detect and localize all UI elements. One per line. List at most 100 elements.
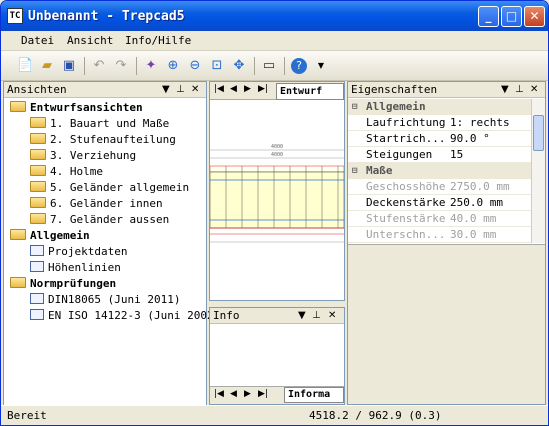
last-tab-icon[interactable]: ▶| — [258, 389, 268, 399]
tree-group[interactable]: Entwurfsansichten — [10, 100, 143, 116]
tree-item-label: 2. Stufenaufteilung — [50, 133, 176, 146]
tree-item[interactable]: 6. Geländer innen — [30, 196, 163, 212]
tree-item[interactable]: 5. Geländer allgemein — [30, 180, 189, 196]
dropdown-icon[interactable]: ▼ — [162, 82, 170, 97]
maximize-button[interactable]: □ — [501, 6, 522, 27]
next-tab-icon[interactable]: ▶ — [244, 389, 251, 399]
tree-item-label: EN ISO 14122-3 (Juni 2002) — [48, 309, 221, 322]
collapse-icon[interactable]: ⊟ — [352, 163, 357, 179]
tree-item[interactable]: 1. Bauart und Maße — [30, 116, 169, 132]
status-text: Bereit — [7, 409, 47, 422]
tree-item[interactable]: Projektdaten — [30, 244, 127, 260]
info-panel: Info ▼ ⊥ ✕ |◀ ◀ ▶ ▶| Informa — [209, 307, 345, 405]
tree-group-label: Allgemein — [30, 229, 90, 242]
property-grid: ⊟ Allgemein Laufrichtung 1: rechts Startrich… — [348, 99, 531, 243]
new-icon[interactable]: 📄 — [17, 58, 33, 74]
property-value[interactable]: 1: rechts — [450, 115, 530, 131]
tab-entwurf[interactable]: Entwurf — [276, 83, 344, 100]
tree-group[interactable]: Normprüfungen — [10, 276, 116, 292]
property-row[interactable]: Deckenstärke 250.0 mm — [348, 195, 531, 211]
collapse-icon[interactable]: ⊟ — [352, 99, 357, 115]
tree-item[interactable]: 2. Stufenaufteilung — [30, 132, 176, 148]
property-value[interactable]: 30.0 mm — [450, 227, 530, 243]
open-icon[interactable]: ▰ — [39, 58, 55, 74]
coordinate-readout: 4518.2 / 962.9 (0.3) — [309, 409, 442, 422]
property-row[interactable]: Stufenstärke 40.0 mm — [348, 211, 531, 227]
tab-informationen[interactable]: Informa — [284, 387, 344, 403]
next-tab-icon[interactable]: ▶ — [244, 84, 251, 94]
menu-datei[interactable]: Datei — [21, 34, 54, 47]
pin-icon[interactable]: ⊥ — [176, 82, 185, 97]
tree-item-label: 3. Verziehung — [50, 149, 137, 162]
tree-item[interactable]: 3. Verziehung — [30, 148, 136, 164]
pin-icon[interactable]: ⊥ — [515, 82, 524, 97]
wizard-icon[interactable]: ✦ — [143, 58, 159, 74]
tree-item[interactable]: DIN18065 (Juni 2011) — [30, 292, 180, 308]
redo-icon[interactable]: ↷ — [113, 58, 129, 74]
property-value[interactable]: 15 — [450, 147, 530, 163]
property-name: Laufrichtung — [366, 116, 446, 129]
last-tab-icon[interactable]: ▶| — [258, 84, 268, 94]
ansichten-panel: Ansichten ▼ ⊥ ✕ Entwurfsansichten 1. Baua… — [3, 81, 220, 407]
property-name: Geschosshöhe — [366, 180, 446, 193]
stair-drawing[interactable]: 4000 4000 — [210, 100, 344, 300]
save-icon[interactable]: ▣ — [61, 58, 77, 74]
folder-icon — [30, 165, 46, 176]
scrollbar[interactable] — [531, 99, 545, 243]
title-bar[interactable]: TC Unbenannt - Trepcad5 _ □ ✕ — [1, 1, 548, 31]
ansichten-header: Ansichten ▼ ⊥ ✕ — [4, 82, 206, 98]
prev-tab-icon[interactable]: ◀ — [230, 84, 237, 94]
zoom-window-icon[interactable]: ⊡ — [209, 58, 225, 74]
zoom-out-icon[interactable]: ⊖ — [187, 58, 203, 74]
tree-item-label: 1. Bauart und Maße — [50, 117, 170, 130]
property-value[interactable]: 90.0 ° — [450, 131, 530, 147]
dropdown-icon[interactable]: ▼ — [501, 82, 509, 97]
close-icon[interactable]: ✕ — [191, 82, 199, 97]
property-row[interactable]: Laufrichtung 1: rechts — [348, 115, 531, 131]
close-button[interactable]: ✕ — [524, 6, 545, 27]
tree-item[interactable]: 7. Geländer aussen — [30, 212, 169, 228]
property-category[interactable]: ⊟ Maße — [348, 163, 531, 179]
measure-icon[interactable]: ▭ — [261, 58, 277, 74]
drawing-tabbar: |◀ ◀ ▶ ▶| Entwurf — [210, 82, 344, 100]
dropdown-icon[interactable]: ▼ — [298, 308, 306, 323]
first-tab-icon[interactable]: |◀ — [214, 389, 224, 399]
menu-ansicht[interactable]: Ansicht — [67, 34, 113, 47]
tree-item-label: Projektdaten — [48, 245, 128, 258]
property-row[interactable]: Steigungen 15 — [348, 147, 531, 163]
property-row[interactable]: Startrich... 90.0 ° — [348, 131, 531, 147]
dim-label-2: 4000 — [271, 152, 283, 158]
tree-item[interactable]: 4. Holme — [30, 164, 103, 180]
info-header: Info ▼ ⊥ ✕ — [210, 308, 344, 324]
menu-info-hilfe[interactable]: Info/Hilfe — [125, 34, 191, 47]
help-icon[interactable]: ? — [291, 58, 307, 74]
prev-tab-icon[interactable]: ◀ — [230, 389, 237, 399]
property-name: Unterschn... — [366, 228, 446, 241]
tree-group[interactable]: Allgemein — [10, 228, 90, 244]
tree-item[interactable]: Höhenlinien — [30, 260, 121, 276]
property-value[interactable]: 250.0 mm — [450, 195, 530, 211]
folder-icon — [30, 213, 46, 224]
tree-item[interactable]: EN ISO 14122-3 (Juni 2002) — [30, 308, 220, 324]
pan-icon[interactable]: ✥ — [231, 58, 247, 74]
close-icon[interactable]: ✕ — [328, 308, 336, 323]
tree-item-label: 5. Geländer allgemein — [50, 181, 190, 194]
property-value[interactable]: 40.0 mm — [450, 211, 530, 227]
undo-icon[interactable]: ↶ — [91, 58, 107, 74]
property-row[interactable]: Geschosshöhe 2750.0 mm — [348, 179, 531, 195]
minimize-button[interactable]: _ — [478, 6, 499, 27]
close-icon[interactable]: ✕ — [530, 82, 538, 97]
window-title: Unbenannt - Trepcad5 — [28, 9, 185, 24]
property-value[interactable]: 2750.0 mm — [450, 179, 530, 195]
property-category[interactable]: ⊟ Allgemein — [348, 99, 531, 115]
description-area — [348, 244, 545, 404]
property-name: Stufenstärke — [366, 212, 446, 225]
chevron-down-icon[interactable]: ▼ — [313, 58, 329, 74]
scrollbar-thumb[interactable] — [533, 115, 544, 151]
pin-icon[interactable]: ⊥ — [312, 308, 321, 323]
folder-icon — [10, 101, 26, 112]
zoom-in-icon[interactable]: ⊕ — [165, 58, 181, 74]
property-row[interactable]: Unterschn... 30.0 mm — [348, 227, 531, 243]
eigenschaften-panel: Eigenschaften ▼ ⊥ ✕ ⊟ Allgemein Laufrichtu… — [347, 81, 546, 405]
first-tab-icon[interactable]: |◀ — [214, 84, 224, 94]
